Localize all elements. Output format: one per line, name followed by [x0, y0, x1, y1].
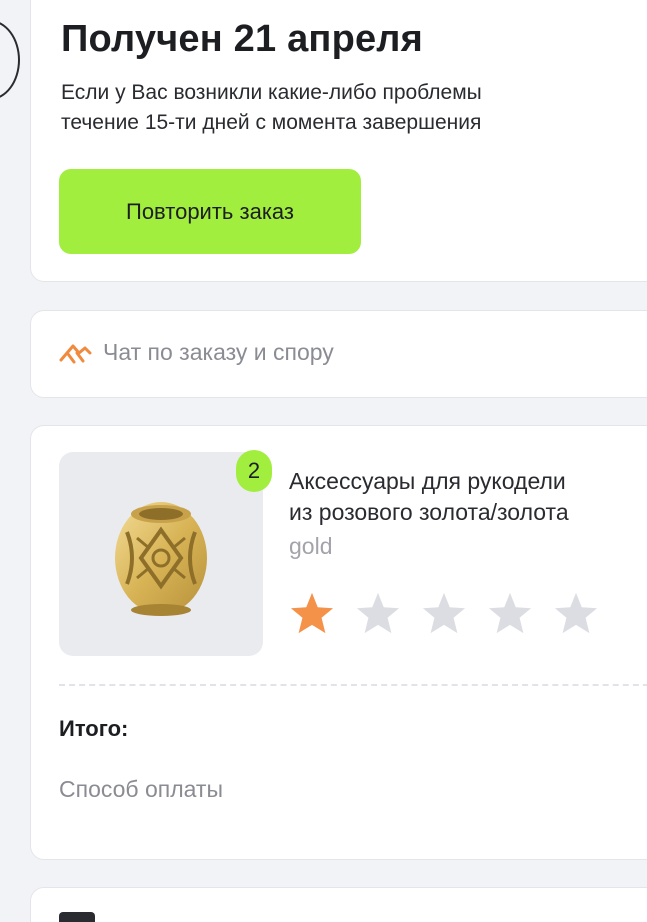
product-title-line-2: из розового золота/золота [289, 499, 569, 525]
chat-label: Чат по заказу и спору [103, 339, 334, 365]
order-status-card: Получен 21 апреля Если у Вас возникли ка… [30, 0, 647, 282]
product-rating[interactable] [289, 591, 599, 635]
star-icon-5[interactable] [553, 591, 599, 635]
divider [59, 684, 647, 686]
product-image[interactable] [59, 452, 263, 656]
star-icon-4[interactable] [487, 591, 533, 635]
chat-row[interactable]: Чат по заказу и спору [59, 339, 334, 366]
order-items-card: 2 Аксессуары для рукодели из розового зо… [30, 425, 647, 860]
gold-bead-image [115, 502, 207, 616]
order-chat-card[interactable]: Чат по заказу и спору [30, 310, 647, 398]
star-icon-1[interactable] [289, 591, 335, 635]
star-icon-3[interactable] [421, 591, 467, 635]
status-text-line-1: Если у Вас возникли какие-либо проблемы [61, 81, 482, 104]
order-details-page: Получен 21 апреля Если у Вас возникли ка… [0, 0, 647, 922]
next-section-card [30, 887, 647, 922]
order-status-description: Если у Вас возникли какие-либо проблемы … [61, 78, 647, 138]
product-title[interactable]: Аксессуары для рукодели из розового золо… [289, 466, 647, 528]
quantity-badge: 2 [236, 450, 272, 492]
chat-dispute-icon [59, 340, 93, 366]
next-section-icon [59, 912, 95, 922]
repeat-order-button[interactable]: Повторить заказ [59, 169, 361, 254]
product-variant: gold [289, 533, 333, 559]
order-status-title: Получен 21 апреля [61, 18, 424, 60]
total-label: Итого: [59, 716, 129, 741]
product-title-line-1: Аксессуары для рукодели [289, 468, 566, 494]
star-icon-2[interactable] [355, 591, 401, 635]
status-text-line-2: течение 15-ти дней с момента завершения [61, 111, 482, 134]
payment-method-label: Способ оплаты [59, 776, 223, 802]
back-button[interactable] [0, 20, 20, 100]
